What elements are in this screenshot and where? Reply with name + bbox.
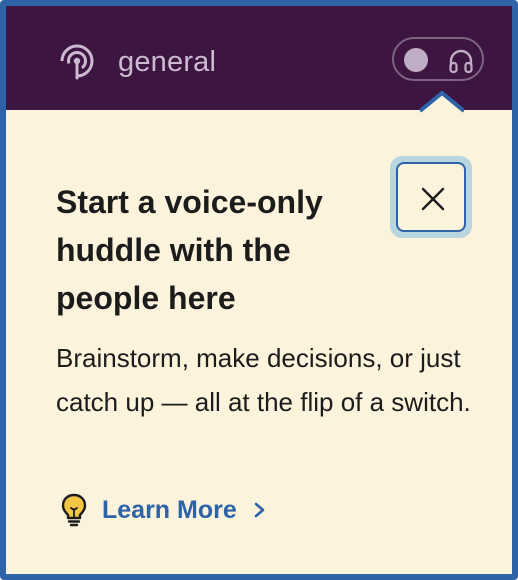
- learn-more-link[interactable]: Learn More: [60, 490, 267, 530]
- close-button[interactable]: [390, 156, 472, 238]
- channel-name[interactable]: general: [118, 46, 216, 79]
- toggle-knob: [404, 48, 428, 72]
- huddle-toggle[interactable]: [392, 37, 484, 81]
- huddle-popover-window: general Start a voice-only huddle with t…: [0, 0, 518, 580]
- popover-title: Start a voice-only huddle with the peopl…: [56, 184, 323, 316]
- lightbulb-icon: [61, 493, 87, 527]
- close-icon: [421, 187, 445, 211]
- headphones-icon: [449, 49, 473, 74]
- learn-more-label[interactable]: Learn More: [102, 496, 237, 525]
- close-button-face: [396, 162, 466, 232]
- broadcast-icon: [60, 44, 94, 80]
- popover-body: Brainstorm, make decisions, or just catc…: [56, 343, 471, 417]
- chevron-right-icon: [254, 502, 265, 518]
- popover-pointer: [420, 91, 464, 115]
